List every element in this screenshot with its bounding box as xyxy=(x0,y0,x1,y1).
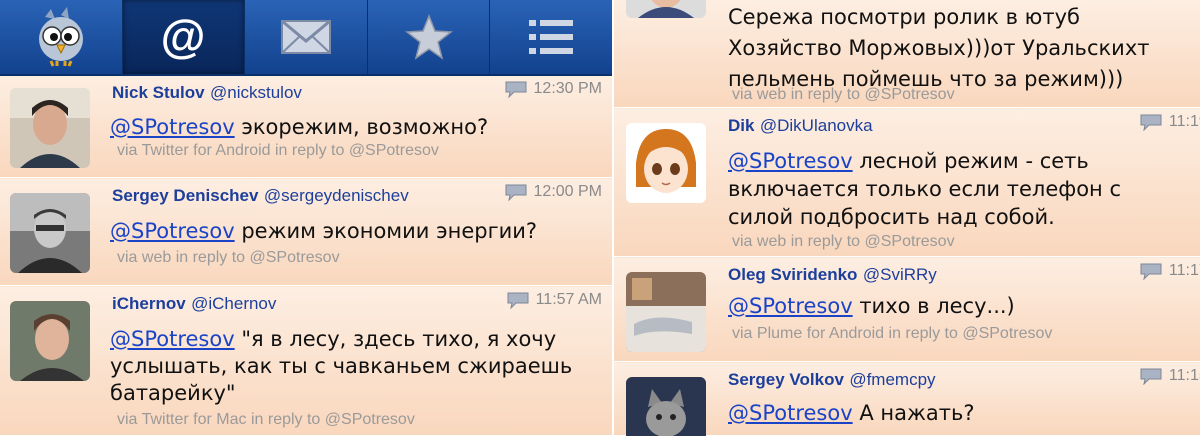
author-line: Oleg Sviridenko @SviRRy xyxy=(728,265,937,285)
tweet-meta: via Twitter for Android in reply to @SPo… xyxy=(117,142,439,159)
tweet-time: 11:19 A xyxy=(1168,113,1200,130)
tweet-item[interactable]: Nick Stulov @nickstulov 12:30 PM @SPotre… xyxy=(0,76,612,178)
avatar[interactable] xyxy=(626,123,706,203)
tweet-item[interactable]: Сережа посмотри ролик в ютуб Хозяйство М… xyxy=(614,0,1200,108)
avatar[interactable] xyxy=(10,88,90,168)
tweet-item[interactable]: Sergey Denischev @sergeydenischev 12:00 … xyxy=(0,179,612,286)
tweet-text: @SPotresov "я в лесу, здесь тихо, я хочу… xyxy=(110,326,598,407)
tweet-body: экорежим, возможно? xyxy=(234,115,489,139)
timestamp: 12:30 PM xyxy=(504,80,602,98)
top-toolbar: @ xyxy=(0,0,612,76)
author-name[interactable]: Dik xyxy=(728,116,754,135)
tweet-item[interactable]: iChernov @iChernov 11:57 AM @SPotresov "… xyxy=(0,287,612,436)
tweet-text: Сережа посмотри ролик в ютуб Хозяйство М… xyxy=(728,2,1190,95)
tweet-meta: via web in reply to @SPotresov xyxy=(117,249,340,266)
home-tab[interactable] xyxy=(0,0,123,74)
envelope-icon xyxy=(280,19,331,54)
author-handle[interactable]: @DikUlanovka xyxy=(760,116,873,135)
author-line: Sergey Denischev @sergeydenischev xyxy=(112,186,409,206)
author-handle[interactable]: @SviRRy xyxy=(863,265,937,284)
timestamp: 11:19 A xyxy=(1139,113,1200,131)
bird-logo-icon xyxy=(38,7,83,67)
tweet-text: @SPotresov лесной режим - сеть включаетс… xyxy=(728,147,1190,231)
at-mention-icon: @ xyxy=(161,12,206,62)
left-timeline-pane[interactable]: @ Nick Stulov @nickstulov 12:30 PM @SPot… xyxy=(0,0,612,436)
author-handle[interactable]: @nickstulov xyxy=(210,83,302,102)
avatar[interactable] xyxy=(626,272,706,352)
mention-link[interactable]: @SPotresov xyxy=(110,115,235,139)
author-line: Dik @DikUlanovka xyxy=(728,116,873,136)
author-handle[interactable]: @sergeydenischev xyxy=(264,186,409,205)
tweet-meta: via web in reply to @SPotresov xyxy=(732,233,955,250)
tweet-meta: via Plume for Android in reply to @SPotr… xyxy=(732,325,1053,342)
favorites-tab[interactable] xyxy=(368,0,491,74)
reply-bubble-icon xyxy=(505,81,527,98)
lists-tab[interactable] xyxy=(490,0,612,74)
author-handle[interactable]: @iChernov xyxy=(191,294,276,313)
tweet-meta: via Twitter for Mac in reply to @SPotres… xyxy=(117,411,415,428)
timestamp: 11:15 A xyxy=(1139,367,1200,385)
author-handle[interactable]: @fmemcpy xyxy=(849,370,935,389)
author-line: Sergey Volkov @fmemcpy xyxy=(728,370,936,390)
author-name[interactable]: Sergey Volkov xyxy=(728,370,844,389)
author-name[interactable]: iChernov xyxy=(112,294,186,313)
tweet-time: 11:15 A xyxy=(1168,367,1200,384)
mention-link[interactable]: @SPotresov xyxy=(110,219,235,243)
author-name[interactable]: Nick Stulov xyxy=(112,83,205,102)
reply-bubble-icon xyxy=(1140,114,1162,131)
author-name[interactable]: Oleg Sviridenko xyxy=(728,265,857,284)
mention-link[interactable]: @SPotresov xyxy=(728,149,853,173)
messages-tab[interactable] xyxy=(245,0,368,74)
tweet-time: 11:57 AM xyxy=(535,291,602,308)
tweet-body: тихо в лесу...) xyxy=(852,294,1015,318)
author-line: Nick Stulov @nickstulov xyxy=(112,83,302,103)
tweet-body: режим экономии энергии? xyxy=(234,219,538,243)
avatar[interactable] xyxy=(10,301,90,381)
tweet-body: А нажать? xyxy=(852,401,975,425)
tweet-time: 12:30 PM xyxy=(533,80,602,97)
mention-link[interactable]: @SPotresov xyxy=(728,294,853,318)
reply-bubble-icon xyxy=(507,292,529,309)
timestamp: 12:00 PM xyxy=(504,183,602,201)
tweet-item[interactable]: Oleg Sviridenko @SviRRy 11:17 A @SPotres… xyxy=(614,258,1200,362)
avatar[interactable] xyxy=(10,193,90,273)
author-name[interactable]: Sergey Denischev xyxy=(112,186,258,205)
star-icon xyxy=(404,14,453,60)
mention-link[interactable]: @SPotresov xyxy=(110,327,235,351)
author-line: iChernov @iChernov xyxy=(112,294,276,314)
timestamp: 11:57 AM xyxy=(506,291,602,309)
tweet-body: Сережа посмотри ролик в ютуб Хозяйство М… xyxy=(728,5,1150,91)
right-timeline-pane[interactable]: Сережа посмотри ролик в ютуб Хозяйство М… xyxy=(614,0,1200,436)
tweet-time: 12:00 PM xyxy=(533,183,602,200)
reply-bubble-icon xyxy=(505,184,527,201)
tweet-time: 11:17 A xyxy=(1168,262,1200,279)
tweet-text: @SPotresov режим экономии энергии? xyxy=(110,218,598,245)
avatar[interactable] xyxy=(626,377,706,436)
reply-bubble-icon xyxy=(1140,263,1162,280)
tweet-text: @SPotresov экорежим, возможно? xyxy=(110,114,598,141)
timestamp: 11:17 A xyxy=(1139,262,1200,280)
mentions-tab[interactable]: @ xyxy=(122,0,246,74)
reply-bubble-icon xyxy=(1140,368,1162,385)
tweet-item[interactable]: Dik @DikUlanovka 11:19 A @SPotresov лесн… xyxy=(614,109,1200,257)
avatar[interactable] xyxy=(626,0,706,18)
tweet-text: @SPotresov А нажать? xyxy=(728,400,1186,427)
list-menu-icon xyxy=(529,20,574,54)
tweet-item[interactable]: Sergey Volkov @fmemcpy 11:15 A @SPotreso… xyxy=(614,363,1200,436)
svg-text:@: @ xyxy=(161,12,206,62)
tweet-text: @SPotresov тихо в лесу...) xyxy=(728,293,1186,320)
mention-link[interactable]: @SPotresov xyxy=(728,401,853,425)
tweet-meta: via web in reply to @SPotresov xyxy=(732,86,955,103)
